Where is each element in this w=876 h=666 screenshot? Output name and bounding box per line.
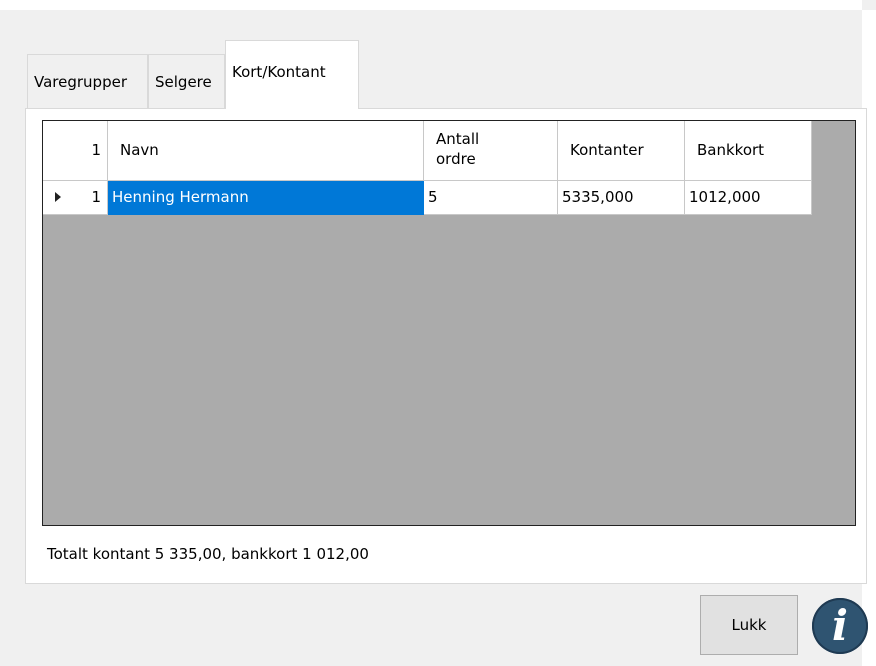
current-row-arrow-icon	[55, 192, 61, 202]
row-header[interactable]: 1	[43, 181, 108, 215]
row-count-header: 1	[43, 121, 108, 181]
info-icon[interactable]: i	[812, 598, 868, 654]
tab-kort-kontant[interactable]: Kort/Kontant	[225, 40, 359, 109]
column-header-navn[interactable]: Navn	[108, 121, 424, 181]
column-header-kontanter[interactable]: Kontanter	[558, 121, 685, 181]
tab-selgere[interactable]: Selgere	[148, 54, 225, 108]
cell-antall-ordre[interactable]: 5	[424, 181, 558, 215]
cell-kontanter[interactable]: 5335,000	[558, 181, 685, 215]
column-header-antall-ordre[interactable]: Antall ordre	[424, 121, 558, 181]
tab-panel-kort-kontant: 1 Navn Antall ordre Kontanter Bankkort 1…	[25, 108, 867, 584]
column-header-bankkort[interactable]: Bankkort	[685, 121, 812, 181]
cell-navn[interactable]: Henning Hermann	[108, 181, 424, 215]
summary-text: Totalt kontant 5 335,00, bankkort 1 012,…	[47, 545, 369, 563]
cell-bankkort[interactable]: 1012,000	[685, 181, 812, 215]
report-window: Varegrupper Selgere Kort/Kontant 1 Navn …	[0, 10, 868, 666]
window-corner	[862, 0, 876, 10]
row-index: 1	[91, 188, 101, 206]
column-header-antall-ordre-label: Antall ordre	[436, 130, 480, 168]
data-grid[interactable]: 1 Navn Antall ordre Kontanter Bankkort 1…	[42, 120, 856, 526]
tab-varegrupper[interactable]: Varegrupper	[27, 54, 148, 108]
close-button[interactable]: Lukk	[700, 595, 798, 655]
